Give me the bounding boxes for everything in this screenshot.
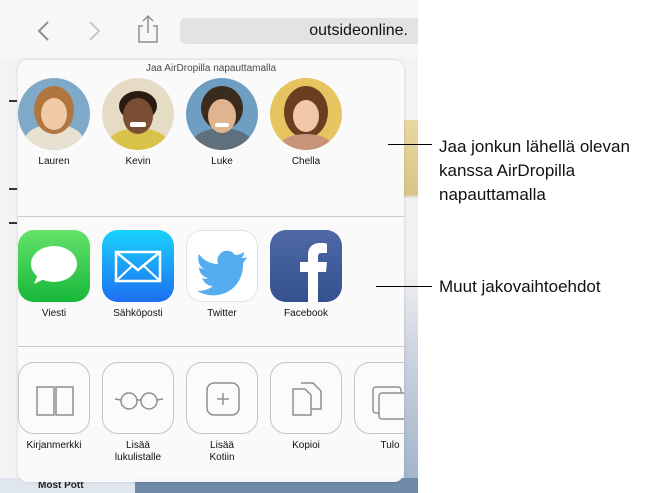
chevron-right-icon [89,21,101,41]
app-name: Facebook [284,308,328,319]
back-button[interactable] [34,18,56,44]
action-name: Kirjanmerkki [26,440,82,451]
messages-icon [18,230,90,302]
avatar-photo [186,78,258,150]
app-name: Sähköposti [113,308,163,319]
print-icon [354,362,404,434]
avatar [102,78,174,150]
action-lisaa-kotiin[interactable]: Lisää Kotiin [182,362,262,464]
callout-other: Muut jakovaihtoehdot [439,277,601,296]
action-tulo[interactable]: Tulo [350,362,404,452]
page-mark [9,188,17,190]
avatar-photo [102,78,174,150]
page-mark [9,100,17,102]
callout-line-other [376,286,432,287]
share-app-viesti[interactable]: Viesti [18,230,94,320]
person-name: Chella [291,156,321,167]
chevron-left-icon [37,21,49,41]
action-name-line1: Lisää [126,440,150,451]
page-image-strip [404,120,418,493]
twitter-icon [186,230,258,302]
person-name: Lauren [38,156,70,167]
action-name-line1: Lisää [210,440,234,451]
action-kirjanmerkki[interactable]: Kirjanmerkki [18,362,94,452]
airdrop-title: Jaa AirDropilla napauttamalla [145,63,277,74]
airdrop-person-lauren[interactable]: Lauren [18,78,94,168]
address-bar[interactable]: outsideonline. [180,18,418,44]
copy-icon [270,362,342,434]
share-sheet: Jaa AirDropilla napauttamalla Lauren Kev… [18,60,404,482]
app-name: Twitter [207,308,237,319]
page-mark [9,222,17,224]
avatar [270,78,342,150]
action-name-line2: lukulistalle [114,452,162,463]
callout-airdrop: Jaa jonkun lähellä olevan kanssa AirDrop… [439,135,630,207]
separator [18,216,404,217]
glasses-icon [102,362,174,434]
airdrop-person-kevin[interactable]: Kevin [98,78,178,168]
callout-line-airdrop [388,144,432,145]
airdrop-person-chella[interactable]: Chella [266,78,346,168]
action-name-line2: Kotiin [209,452,235,463]
app-name: Viesti [41,308,67,319]
facebook-icon [270,230,342,302]
action-kopioi[interactable]: Kopioi [266,362,346,452]
avatar [186,78,258,150]
action-name: Tulo [380,440,400,451]
share-app-facebook[interactable]: Facebook [266,230,346,320]
airdrop-person-luke[interactable]: Luke [182,78,262,168]
share-button[interactable] [136,14,160,44]
address-text: outsideonline. [309,22,408,39]
callout-airdrop-line1: Jaa jonkun lähellä olevan [439,137,630,156]
person-name: Luke [211,156,233,167]
browser-toolbar: outsideonline. [0,0,418,58]
add-icon [186,362,258,434]
person-name: Kevin [125,156,151,167]
action-lisaa-lukulistalle[interactable]: Lisää lukulistalle [98,362,178,464]
avatar-photo [270,78,342,150]
callout-airdrop-line2: kanssa AirDropilla [439,161,576,180]
avatar [18,78,90,150]
mail-icon [102,230,174,302]
callout-airdrop-line3: napauttamalla [439,185,546,204]
share-app-sahkoposti[interactable]: Sähköposti [98,230,178,320]
avatar-photo [18,78,90,150]
book-icon [18,362,90,434]
separator [18,346,404,347]
forward-button[interactable] [84,18,106,44]
share-app-twitter[interactable]: Twitter [182,230,262,320]
share-icon [138,14,158,43]
action-name: Kopioi [292,440,320,451]
